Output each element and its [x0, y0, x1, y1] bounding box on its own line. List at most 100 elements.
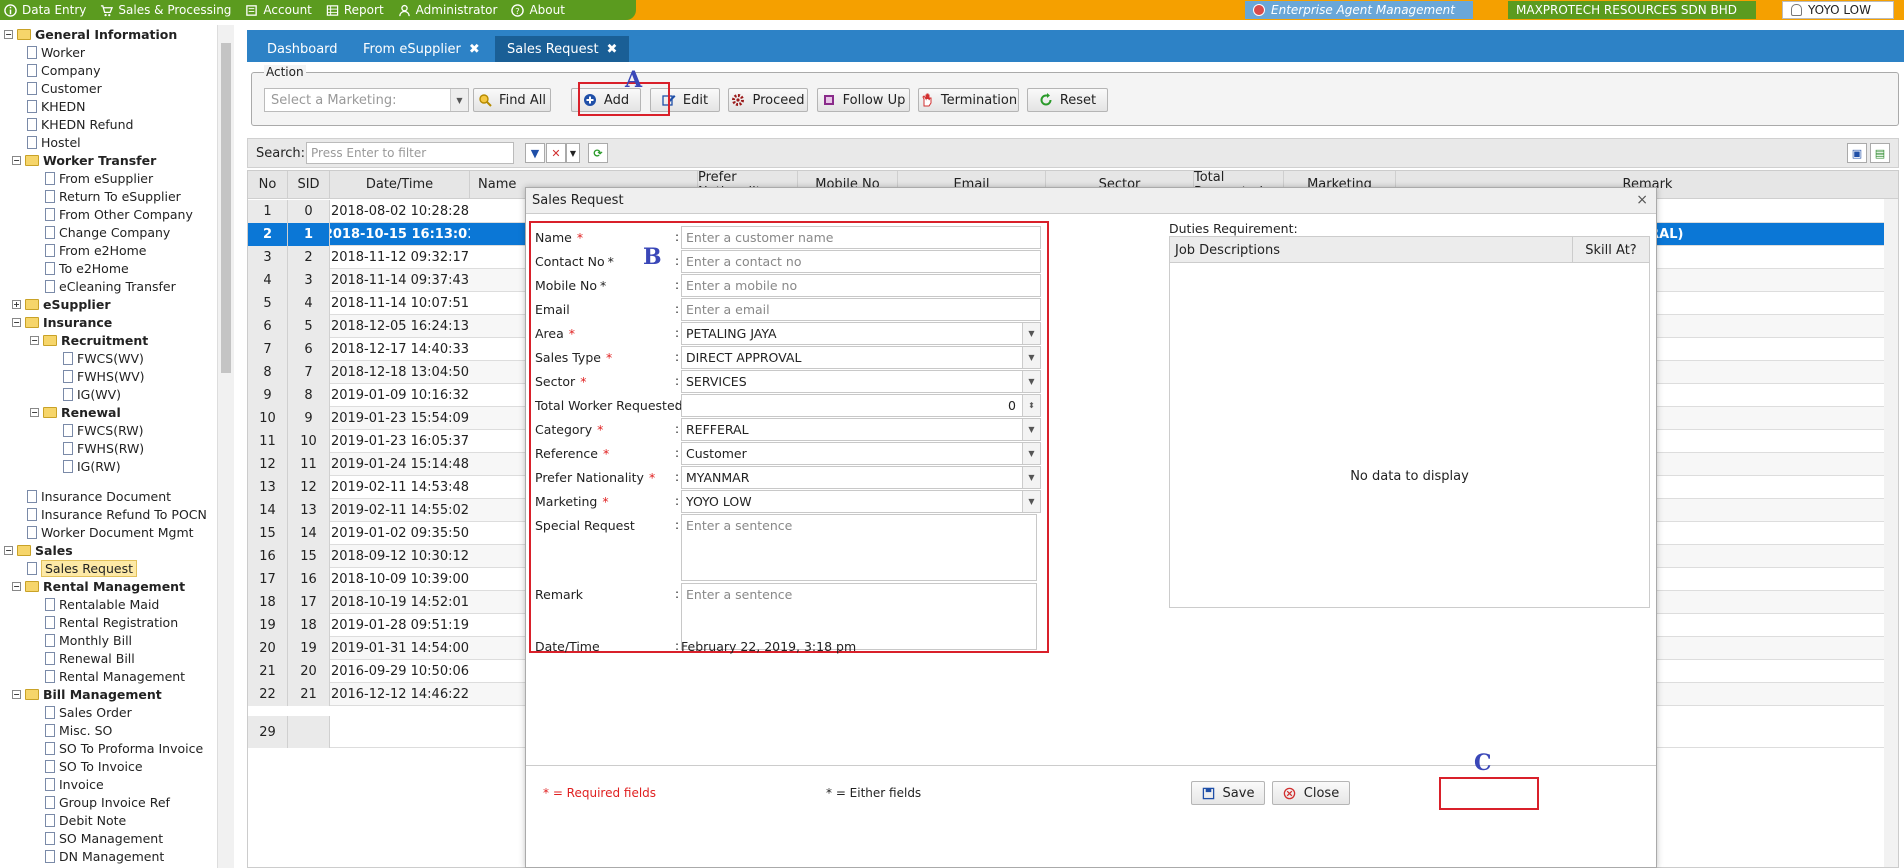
col-header-no[interactable]: No: [248, 171, 288, 199]
filter-button[interactable]: ▼: [525, 143, 545, 163]
export-excel-button[interactable]: ▤: [1870, 143, 1890, 163]
total-worker-stepper[interactable]: 0 ⬍: [681, 394, 1041, 417]
close-icon[interactable]: ×: [1636, 192, 1648, 208]
tree-item-from-e2home[interactable]: From e2Home: [45, 241, 147, 259]
tree-rental-management[interactable]: − Rental Management: [12, 577, 185, 595]
tab-dashboard[interactable]: Dashboard: [255, 36, 350, 62]
menu-about[interactable]: ? About: [507, 3, 574, 17]
close-icon[interactable]: ✖: [469, 42, 480, 57]
close-icon[interactable]: ✖: [607, 42, 618, 57]
collapse-icon[interactable]: −: [4, 29, 13, 39]
tree-item-sales-request[interactable]: Sales Request: [27, 559, 138, 577]
close-button[interactable]: Close: [1272, 781, 1350, 805]
mobile-no-input[interactable]: Enter a mobile no: [681, 274, 1041, 297]
tree-item-rental-management[interactable]: Rental Management: [45, 667, 185, 685]
tree-bill-management[interactable]: − Bill Management: [12, 685, 162, 703]
tree-item-so-management[interactable]: SO Management: [45, 829, 163, 847]
tree-esupplier[interactable]: + eSupplier: [12, 295, 111, 313]
tree-item-fwhs-wv[interactable]: FWHS(WV): [63, 367, 145, 385]
col-header-job-descriptions[interactable]: Job Descriptions: [1175, 243, 1280, 258]
tree-item-sales-order[interactable]: Sales Order: [45, 703, 132, 721]
sidebar-scroll-thumb[interactable]: [221, 43, 231, 373]
nationality-select[interactable]: MYANMAR ▼: [681, 466, 1041, 489]
grid-scrollbar[interactable]: [1884, 199, 1898, 867]
tree-item-return-to-esupplier[interactable]: Return To eSupplier: [45, 187, 181, 205]
reset-button[interactable]: Reset: [1027, 88, 1108, 112]
marketing-field-select[interactable]: YOYO LOW ▼: [681, 490, 1041, 513]
find-all-button[interactable]: Find All: [473, 88, 551, 112]
collapse-icon[interactable]: −: [30, 407, 39, 417]
tree-item-so-to-proforma[interactable]: SO To Proforma Invoice: [45, 739, 203, 757]
tree-item-hostel[interactable]: Hostel: [27, 133, 81, 151]
tree-item-misc-so[interactable]: Misc. SO: [45, 721, 112, 739]
tree-item-rental-registration[interactable]: Rental Registration: [45, 613, 178, 631]
tree-item-dn-management[interactable]: DN Management: [45, 847, 164, 865]
tree-item-ecleaning-transfer[interactable]: eCleaning Transfer: [45, 277, 176, 295]
tree-recruitment[interactable]: − Recruitment: [30, 331, 148, 349]
special-request-textarea[interactable]: Enter a sentence: [681, 514, 1037, 581]
collapse-icon[interactable]: −: [12, 689, 21, 699]
col-header-datetime[interactable]: Date/Time: [330, 171, 470, 199]
tree-item-debit-note[interactable]: Debit Note: [45, 811, 126, 829]
tree-item-group-invoice-ref[interactable]: Group Invoice Ref: [45, 793, 170, 811]
sector-select[interactable]: SERVICES ▼: [681, 370, 1041, 393]
tree-item-worker-document-mgmt[interactable]: Worker Document Mgmt: [27, 523, 194, 541]
tree-item-insurance-document[interactable]: Insurance Document: [27, 487, 171, 505]
menu-administrator[interactable]: Administrator: [394, 3, 508, 17]
area-select[interactable]: PETALING JAYA ▼: [681, 322, 1041, 345]
email-input[interactable]: Enter a email: [681, 298, 1041, 321]
termination-button[interactable]: Termination: [918, 88, 1019, 112]
tree-item-fwhs-rw[interactable]: FWHS(RW): [63, 439, 144, 457]
tree-item-khedn[interactable]: KHEDN: [27, 97, 85, 115]
col-header-skill-at[interactable]: Skill At?: [1572, 237, 1649, 263]
tree-item-invoice[interactable]: Invoice: [45, 775, 104, 793]
tree-item-renewal-bill[interactable]: Renewal Bill: [45, 649, 135, 667]
sidebar-scrollbar[interactable]: [217, 25, 234, 868]
enterprise-agent-link[interactable]: Enterprise Agent Management: [1245, 1, 1473, 19]
collapse-icon[interactable]: −: [12, 317, 21, 327]
search-input[interactable]: Press Enter to filter: [306, 142, 514, 164]
sales-type-select[interactable]: DIRECT APPROVAL ▼: [681, 346, 1041, 369]
tree-sales[interactable]: − Sales: [4, 541, 73, 559]
clear-filter-button[interactable]: ✕: [546, 143, 566, 163]
tree-item-customer[interactable]: Customer: [27, 79, 102, 97]
tree-item-rentalable-maid[interactable]: Rentalable Maid: [45, 595, 159, 613]
menu-sales-processing[interactable]: Sales & Processing: [96, 3, 241, 17]
col-header-sid[interactable]: SID: [288, 171, 330, 199]
menu-account[interactable]: Account: [241, 3, 321, 17]
expand-icon[interactable]: +: [12, 299, 21, 309]
collapse-icon[interactable]: −: [30, 335, 39, 345]
proceed-button[interactable]: Proceed: [728, 88, 808, 112]
user-menu[interactable]: YOYO LOW: [1782, 1, 1894, 19]
refresh-grid-button[interactable]: ⟳: [588, 143, 608, 163]
spinner-icon[interactable]: ⬍: [1022, 395, 1040, 416]
collapse-icon[interactable]: −: [12, 155, 21, 165]
category-select[interactable]: REFFERAL ▼: [681, 418, 1041, 441]
tree-item-from-other-company[interactable]: From Other Company: [45, 205, 193, 223]
follow-up-button[interactable]: Follow Up: [817, 88, 910, 112]
tree-item-insurance-refund[interactable]: Insurance Refund To POCN: [27, 505, 207, 523]
menu-data-entry[interactable]: Data Entry: [0, 3, 96, 17]
tree-renewal[interactable]: − Renewal: [30, 403, 121, 421]
print-button[interactable]: ▣: [1847, 143, 1867, 163]
tree-worker-transfer[interactable]: − Worker Transfer: [12, 151, 156, 169]
tree-item-so-to-invoice[interactable]: SO To Invoice: [45, 757, 143, 775]
tree-item-company[interactable]: Company: [27, 61, 100, 79]
collapse-icon[interactable]: −: [4, 545, 13, 555]
filter-menu-button[interactable]: ▼: [566, 143, 580, 163]
save-button[interactable]: Save: [1191, 781, 1265, 805]
tree-item-ig-rw[interactable]: IG(RW): [63, 457, 121, 475]
customer-name-input[interactable]: Enter a customer name: [681, 226, 1041, 249]
tree-item-khedn-refund[interactable]: KHEDN Refund: [27, 115, 133, 133]
tree-item-worker[interactable]: Worker: [27, 43, 85, 61]
tree-item-change-company[interactable]: Change Company: [45, 223, 170, 241]
tree-item-from-esupplier[interactable]: From eSupplier: [45, 169, 153, 187]
tree-item-fwcs-rw[interactable]: FWCS(RW): [63, 421, 144, 439]
marketing-select[interactable]: Select a Marketing: ▼: [264, 88, 469, 112]
menu-report[interactable]: Report: [322, 3, 394, 17]
tree-item-monthly-bill[interactable]: Monthly Bill: [45, 631, 132, 649]
reference-select[interactable]: Customer ▼: [681, 442, 1041, 465]
contact-no-input[interactable]: Enter a contact no: [681, 250, 1041, 273]
tab-sales-request[interactable]: Sales Request ✖: [495, 36, 630, 62]
collapse-icon[interactable]: −: [12, 581, 21, 591]
